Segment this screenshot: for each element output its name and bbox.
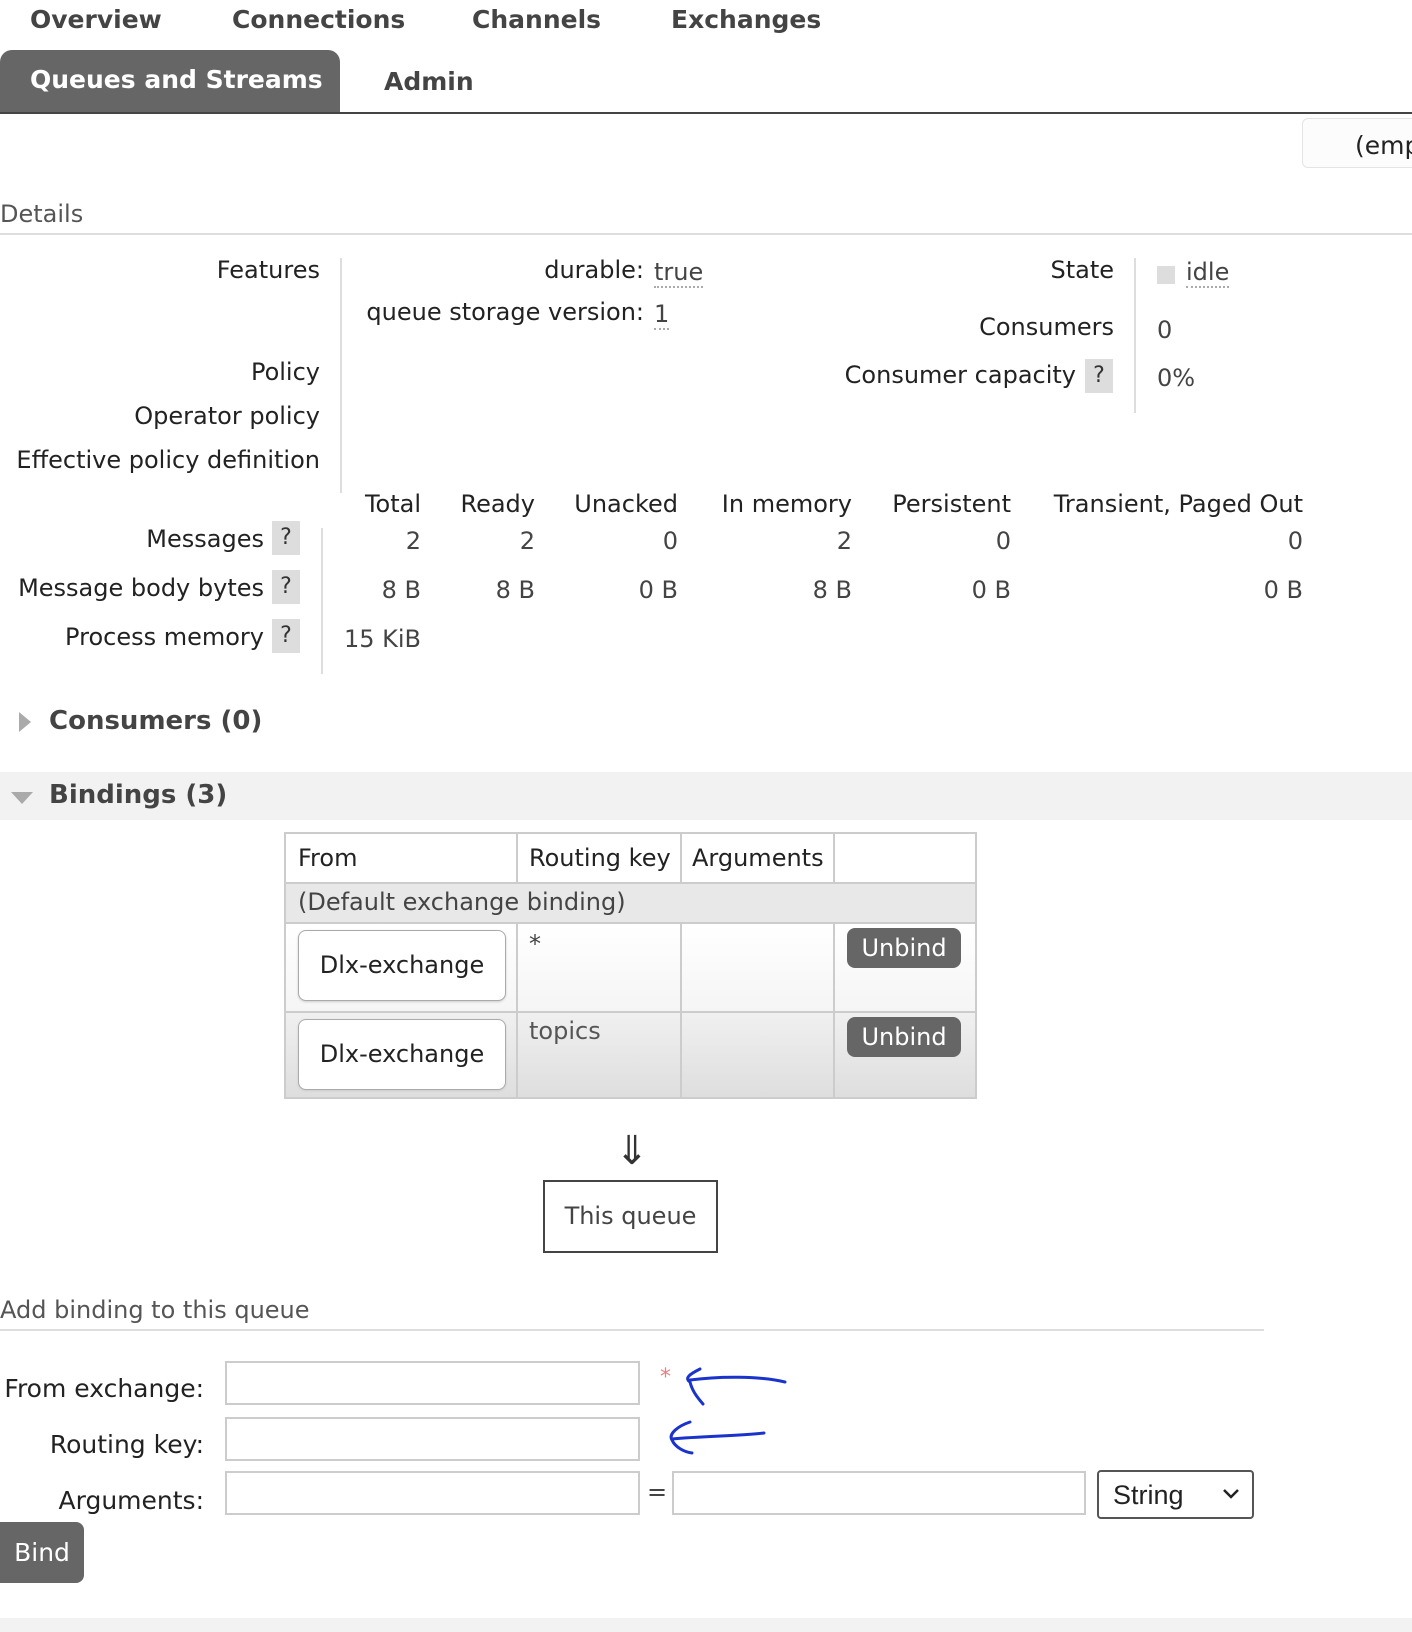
binding-row: Dlx-exchange topics Unbind	[286, 1011, 975, 1097]
messages-ready: 2	[519, 527, 535, 555]
argument-key-input[interactable]	[225, 1471, 640, 1515]
add-binding-title: Add binding to this queue	[0, 1296, 310, 1324]
default-binding-text: (Default exchange binding)	[298, 888, 626, 916]
state-indicator-icon	[1157, 266, 1175, 284]
bindings-table: From Routing key Arguments (Default exch…	[284, 832, 977, 1099]
annotation-arrow-icon	[669, 1367, 787, 1455]
consumers-value: 0	[1157, 316, 1173, 344]
routing-key-label: Routing key:	[49, 1430, 204, 1459]
col-sep	[833, 834, 835, 882]
footer-bar	[0, 1618, 1412, 1632]
details-rule	[0, 233, 1412, 235]
bytes-ready: 8 B	[495, 576, 535, 604]
state-label: State	[1050, 256, 1114, 284]
caret-right-icon	[19, 712, 31, 732]
argument-value-input[interactable]	[672, 1471, 1086, 1515]
nav-queues-and-streams[interactable]: Queues and Streams	[0, 50, 340, 113]
col-sep	[680, 834, 682, 882]
state-value: idle	[1186, 258, 1230, 288]
equals-sign: =	[647, 1478, 668, 1506]
process-memory-total: 15 KiB	[343, 625, 421, 653]
consumer-capacity-value: 0%	[1157, 364, 1196, 392]
nav-divider	[0, 112, 1412, 114]
consumers-label: Consumers	[979, 313, 1114, 341]
vhost-value: (emp	[1355, 131, 1412, 160]
durable-value: true	[654, 258, 704, 288]
col-from: From	[298, 844, 358, 872]
details-title: Details	[0, 200, 84, 228]
nav-overview[interactable]: Overview	[30, 5, 162, 34]
stats-divider	[321, 528, 323, 674]
down-arrow-icon: ⇓	[615, 1128, 649, 1174]
messages-label: Messages	[146, 525, 264, 553]
vhost-selector[interactable]: (emp	[1302, 118, 1412, 168]
features-label: Features	[216, 256, 320, 284]
col-unacked: Unacked	[574, 490, 678, 518]
queue-storage-version-label: queue storage version:	[366, 298, 644, 326]
messages-transient: 0	[1287, 527, 1303, 555]
binding-routing-key: topics	[529, 1017, 601, 1045]
bindings-header[interactable]: Bindings (3)	[0, 772, 1412, 820]
col-persistent: Persistent	[892, 490, 1011, 518]
bytes-in-memory: 8 B	[812, 576, 852, 604]
consumer-capacity-label: Consumer capacity	[844, 361, 1076, 389]
from-exchange-link[interactable]: Dlx-exchange	[298, 930, 506, 1001]
messages-in-memory: 2	[836, 527, 852, 555]
consumer-capacity-help-icon[interactable]: ?	[1085, 359, 1113, 393]
durable-label: durable:	[544, 256, 644, 284]
nav-connections[interactable]: Connections	[232, 5, 405, 34]
nav-admin[interactable]: Admin	[384, 67, 474, 96]
col-total: Total	[364, 490, 421, 518]
col-sep	[516, 922, 518, 1097]
bytes-unacked: 0 B	[638, 576, 678, 604]
this-queue-box: This queue	[543, 1180, 718, 1253]
effective-policy-label: Effective policy definition	[16, 446, 320, 474]
bytes-persistent: 0 B	[971, 576, 1011, 604]
policy-label: Policy	[250, 358, 320, 386]
caret-down-icon	[11, 792, 33, 804]
from-exchange-input[interactable]	[225, 1361, 640, 1405]
argument-type-value: String	[1113, 1480, 1184, 1510]
nav-channels[interactable]: Channels	[472, 5, 601, 34]
nav-queues-label: Queues and Streams	[30, 65, 323, 94]
message-body-bytes-help-icon[interactable]: ?	[272, 570, 300, 604]
messages-help-icon[interactable]: ?	[272, 521, 300, 555]
nav-exchanges[interactable]: Exchanges	[671, 5, 821, 34]
col-arguments: Arguments	[692, 844, 824, 872]
unbind-button[interactable]: Unbind	[847, 1017, 961, 1057]
col-sep	[516, 834, 518, 882]
chevron-down-icon	[1223, 1489, 1239, 1499]
bytes-transient: 0 B	[1263, 576, 1303, 604]
binding-routing-key: *	[529, 930, 541, 958]
default-binding-row: (Default exchange binding)	[286, 882, 975, 922]
arguments-label: Arguments:	[58, 1486, 204, 1515]
add-binding-rule	[0, 1329, 1264, 1331]
routing-key-input[interactable]	[225, 1417, 640, 1461]
col-sep	[680, 922, 682, 1097]
process-memory-help-icon[interactable]: ?	[272, 619, 300, 653]
bind-button[interactable]: Bind	[0, 1522, 84, 1583]
unbind-button[interactable]: Unbind	[847, 928, 961, 968]
col-transient-paged-out: Transient, Paged Out	[1053, 490, 1303, 518]
bytes-total: 8 B	[381, 576, 421, 604]
state-divider	[1134, 258, 1136, 413]
messages-persistent: 0	[995, 527, 1011, 555]
binding-row: Dlx-exchange * Unbind	[286, 922, 975, 1011]
features-divider	[340, 258, 342, 493]
argument-type-select[interactable]: String	[1097, 1470, 1254, 1519]
col-routing-key: Routing key	[529, 844, 671, 872]
operator-policy-label: Operator policy	[134, 402, 320, 430]
bindings-section-title: Bindings (3)	[49, 780, 228, 810]
queue-storage-version-value: 1	[654, 300, 670, 330]
col-in-memory: In memory	[721, 490, 852, 518]
from-exchange-link[interactable]: Dlx-exchange	[298, 1019, 506, 1090]
from-exchange-label: From exchange:	[4, 1374, 204, 1403]
process-memory-label: Process memory	[65, 623, 264, 651]
message-body-bytes-label: Message body bytes	[18, 574, 264, 602]
messages-unacked: 0	[662, 527, 678, 555]
col-sep	[833, 922, 835, 1097]
col-ready: Ready	[460, 490, 535, 518]
messages-total: 2	[405, 527, 421, 555]
consumers-section-title: Consumers (0)	[49, 706, 263, 736]
